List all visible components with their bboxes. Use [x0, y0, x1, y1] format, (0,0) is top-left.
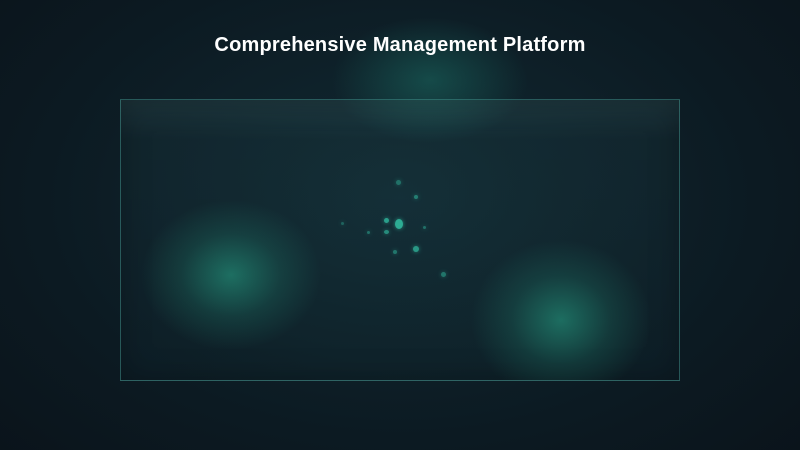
particle	[384, 230, 389, 234]
particle	[367, 231, 370, 234]
particle	[413, 246, 419, 252]
particle	[341, 222, 344, 225]
particle	[384, 218, 389, 223]
particle	[423, 226, 426, 229]
particle	[396, 180, 401, 185]
right-glow	[471, 240, 651, 380]
left-glow	[141, 200, 321, 350]
page-title: Comprehensive Management Platform	[214, 34, 586, 56]
particle	[395, 219, 403, 229]
main-panel	[120, 99, 680, 381]
particle	[441, 272, 446, 277]
particle	[393, 250, 397, 254]
particle	[414, 195, 418, 199]
